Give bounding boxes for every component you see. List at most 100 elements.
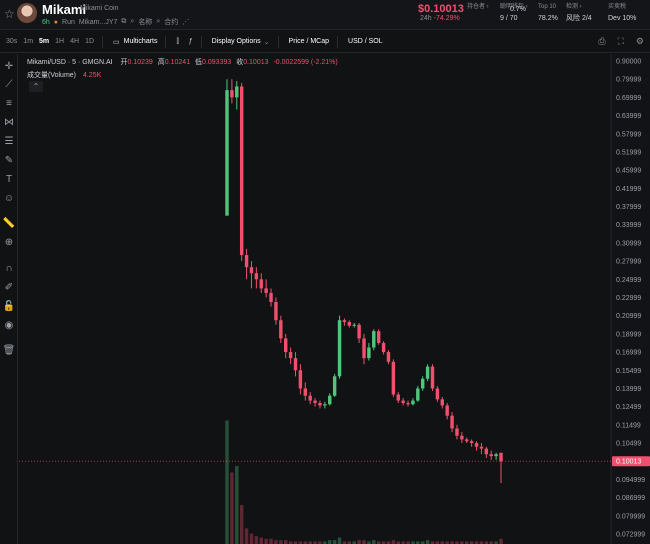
candle-body xyxy=(435,388,440,400)
star-icon[interactable]: ☆ xyxy=(4,8,16,20)
insider-stat[interactable]: 0.7% xyxy=(510,3,526,14)
top10-stat[interactable]: Top 10 78.2% xyxy=(538,3,558,23)
candle-body xyxy=(284,338,288,353)
usd-sol-toggle[interactable]: USD / SOL xyxy=(348,38,383,45)
volume-bar xyxy=(225,420,229,544)
fib-icon[interactable]: ☰ xyxy=(2,135,16,149)
stat-value: 9 / 70 xyxy=(500,15,518,22)
risk-check-stat[interactable]: 检测 › 风险 2/4 xyxy=(566,3,592,23)
stat-value: Dev 10% xyxy=(608,15,637,22)
volume-bar xyxy=(332,540,337,544)
volume-bar xyxy=(425,540,430,544)
candle-body xyxy=(469,441,474,444)
timeframe-4h[interactable]: 4H xyxy=(70,38,79,45)
candle-body xyxy=(362,338,366,359)
timeframe-5m[interactable]: 5m xyxy=(39,38,49,45)
high-value: 0.10241 xyxy=(164,59,191,66)
candle-body xyxy=(440,399,444,406)
y-tick-label: 0.27999 xyxy=(616,259,641,266)
price-chart[interactable]: 0.90000 0.79999 0.69999 0.63999 0.57999 0.519… xyxy=(19,54,650,544)
y-tick-label: 0.094999 xyxy=(616,477,645,484)
volume-bar xyxy=(264,538,268,544)
lock-icon[interactable]: 🔓 xyxy=(2,300,16,314)
volume-bar xyxy=(230,472,234,544)
crosshair-icon[interactable]: ✛ xyxy=(2,60,16,74)
volume-bar xyxy=(274,540,278,544)
text-icon[interactable]: T xyxy=(2,173,16,187)
candle-body xyxy=(337,320,342,377)
copy-icon[interactable]: ⧉ xyxy=(121,18,126,26)
ruler-icon[interactable]: 📏 xyxy=(2,217,16,231)
zoom-in-icon[interactable]: ⊕ xyxy=(2,236,16,250)
contract-address[interactable]: Mikam...JY7 xyxy=(79,19,118,26)
name-search-link[interactable]: 名称 xyxy=(138,17,152,27)
lock-drawing-icon[interactable]: ✐ xyxy=(2,281,16,295)
horizontal-lines-icon[interactable]: ≡ xyxy=(2,97,16,111)
divider xyxy=(165,35,167,48)
candle-body xyxy=(445,405,449,416)
y-tick-label: 0.33999 xyxy=(616,222,641,229)
display-options-button[interactable]: Display Options xyxy=(212,38,261,45)
contract-search-link[interactable]: 合约 xyxy=(164,17,178,27)
settings-icon[interactable]: ⚙ xyxy=(636,36,644,47)
candle-body xyxy=(479,446,484,449)
y-tick-label: 0.90000 xyxy=(616,59,641,66)
candle-body xyxy=(323,404,327,406)
magnet-icon[interactable]: ∩ xyxy=(2,262,16,276)
y-tick-label: 0.69999 xyxy=(616,95,641,102)
share-icon[interactable]: ⋰ xyxy=(182,18,189,26)
volume-bar xyxy=(239,505,244,544)
candle-body xyxy=(430,366,435,389)
chevron-down-icon[interactable]: ⌄ xyxy=(264,38,270,46)
emoji-icon[interactable]: ☺ xyxy=(2,192,16,206)
divider xyxy=(337,35,339,48)
candle-body xyxy=(489,454,493,457)
trendline-icon[interactable]: ⟋ xyxy=(2,78,16,92)
y-tick-label: 0.10499 xyxy=(616,441,641,448)
y-tick-label: 0.18999 xyxy=(616,331,641,338)
candle-body xyxy=(249,267,254,274)
brush-icon[interactable]: ✎ xyxy=(2,154,16,168)
stat-label: Top 10 xyxy=(538,4,557,10)
volume-bar xyxy=(254,536,259,544)
open-value: 0.10239 xyxy=(127,59,153,66)
y-tick-label: 0.22999 xyxy=(616,295,641,302)
search-icon[interactable]: ⌕ xyxy=(156,18,160,26)
chevron-up-icon[interactable]: ⌃ xyxy=(29,81,43,92)
y-tick-label: 0.13999 xyxy=(616,386,641,393)
multicharts-icon[interactable]: ▭ xyxy=(113,38,120,46)
candle-body xyxy=(367,347,371,359)
candle-body xyxy=(279,320,283,339)
eye-icon[interactable]: ◉ xyxy=(2,319,16,333)
volume-value: 4.25K xyxy=(82,72,102,79)
open-label: 开 xyxy=(120,59,128,66)
price-mcap-toggle[interactable]: Price / MCap xyxy=(289,38,329,45)
camera-icon[interactable]: ⎙ xyxy=(598,36,605,47)
y-tick-label: 0.24999 xyxy=(616,277,641,284)
indicators-icon[interactable]: ƒ xyxy=(189,38,193,45)
multicharts-button[interactable]: Multicharts xyxy=(124,38,158,45)
drawing-toolbar: ✛ ⟋ ≡ ⋈ ☰ ✎ T ☺ 📏 ⊕ ∩ ✐ 🔓 ◉ 🗑 xyxy=(0,54,18,544)
search-icon[interactable]: ⌕ xyxy=(130,18,134,26)
candle-body xyxy=(342,320,347,323)
y-tick-label: 0.79999 xyxy=(616,77,641,84)
candle-body xyxy=(425,366,430,379)
holders-stat[interactable]: 持仓者 › xyxy=(467,3,489,14)
candle-body xyxy=(298,370,303,389)
close-value: 0.10013 xyxy=(243,59,269,66)
candle-body xyxy=(308,395,312,401)
pattern-icon[interactable]: ⋈ xyxy=(2,116,16,130)
candle-type-icon[interactable]: ⫿ xyxy=(176,38,178,46)
timeframe-1d[interactable]: 1D xyxy=(85,38,94,45)
timeframe-1h[interactable]: 1H xyxy=(55,38,64,45)
candle-body xyxy=(313,400,317,404)
candle-body xyxy=(225,90,229,216)
fullscreen-icon[interactable]: ⛶ xyxy=(618,36,624,47)
candle-body xyxy=(474,443,479,447)
tax-stat[interactable]: 买卖税 Dev 10% xyxy=(608,3,636,23)
stat-value: 78.2% xyxy=(538,15,558,22)
timeframe-30s[interactable]: 30s xyxy=(6,38,17,45)
trash-icon[interactable]: 🗑 xyxy=(2,344,16,358)
candle-body xyxy=(499,452,503,462)
timeframe-1m[interactable]: 1m xyxy=(23,38,33,45)
